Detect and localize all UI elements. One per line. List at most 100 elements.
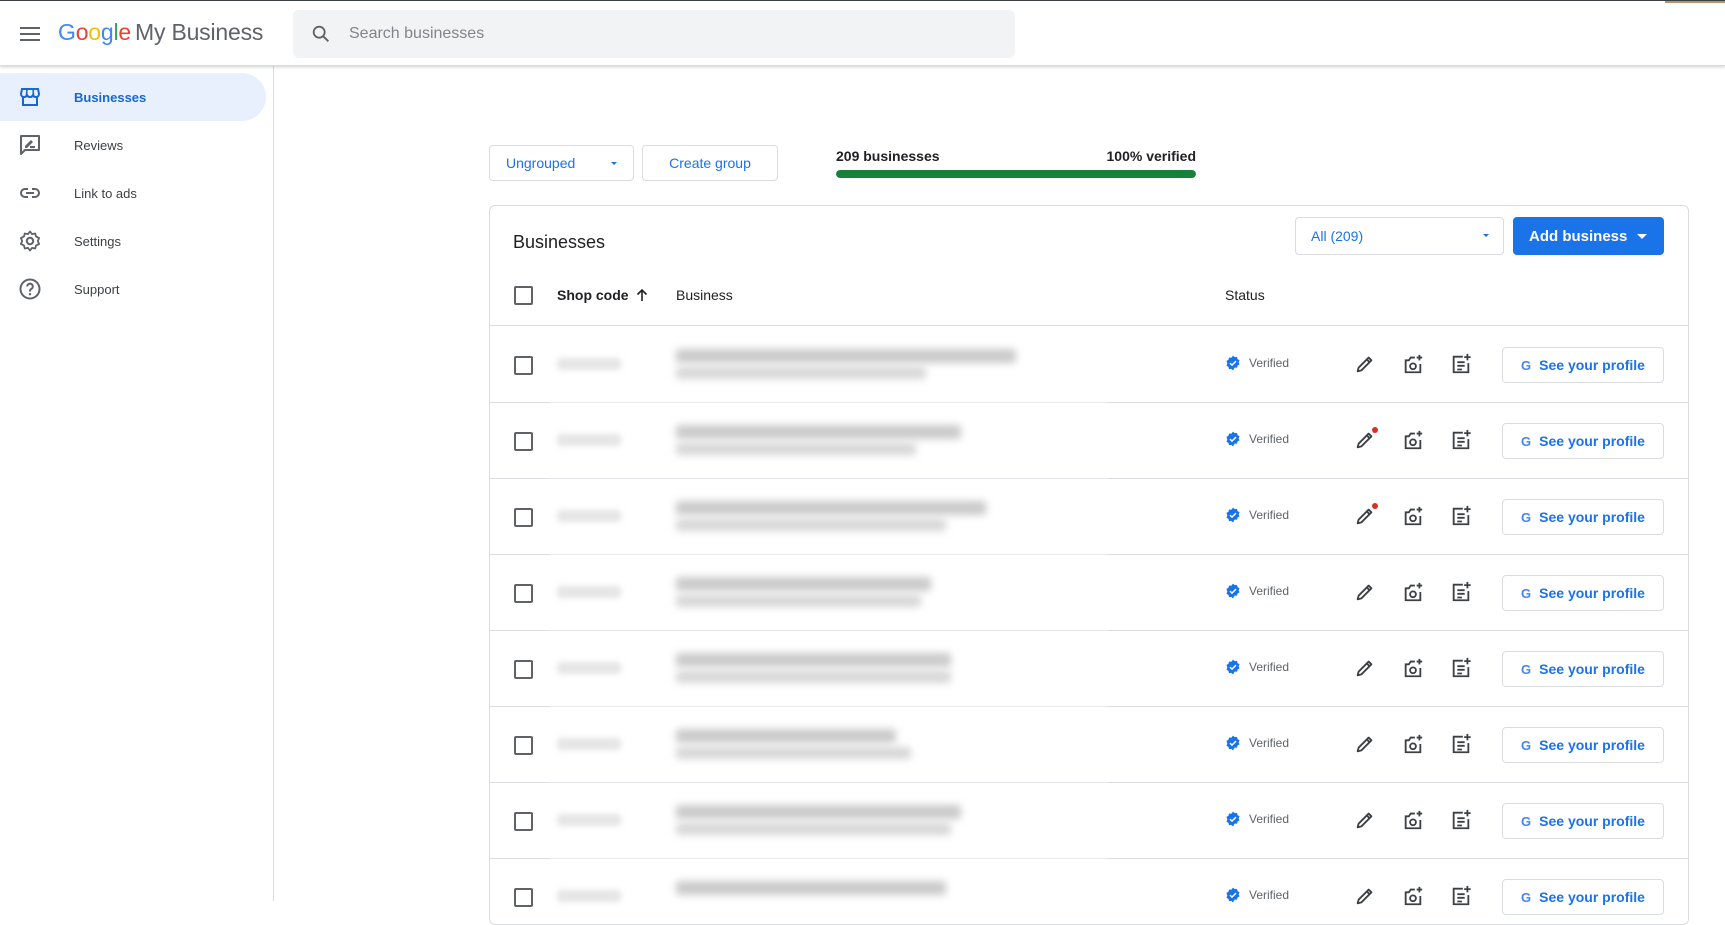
dropdown-arrow-icon: [611, 162, 617, 165]
business-count: 209 businesses: [836, 148, 940, 164]
see-your-profile-button[interactable]: G See your profile: [1502, 499, 1664, 535]
see-your-profile-label: See your profile: [1539, 661, 1645, 677]
verified-icon: [1226, 355, 1240, 371]
sidebar-item-link-to-ads[interactable]: Link to ads: [0, 169, 266, 217]
add-post-icon[interactable]: [1448, 427, 1474, 453]
status-label: Verified: [1249, 888, 1290, 902]
verified-icon: [1226, 659, 1240, 675]
row-checkbox[interactable]: [514, 812, 533, 831]
add-photo-icon[interactable]: [1400, 731, 1426, 757]
search-bar[interactable]: [293, 10, 1015, 58]
add-photo-icon[interactable]: [1400, 807, 1426, 833]
add-post-icon[interactable]: [1448, 807, 1474, 833]
status-label: Verified: [1249, 736, 1290, 750]
sidebar-item-label: Reviews: [74, 137, 124, 153]
see-your-profile-button[interactable]: G See your profile: [1502, 347, 1664, 383]
edit-icon[interactable]: [1352, 503, 1378, 529]
edit-icon[interactable]: [1352, 883, 1378, 909]
select-all-checkbox[interactable]: [514, 286, 533, 305]
add-post-icon[interactable]: [1448, 731, 1474, 757]
verification-summary: 209 businesses 100% verified: [836, 148, 1196, 178]
gear-icon: [0, 229, 74, 253]
search-icon[interactable]: [293, 10, 349, 58]
google-g-icon: G: [1521, 509, 1532, 525]
edit-icon[interactable]: [1352, 731, 1378, 757]
add-photo-icon[interactable]: [1400, 883, 1426, 909]
see-your-profile-label: See your profile: [1539, 737, 1645, 753]
status-badge: Verified: [1225, 355, 1289, 371]
dropdown-arrow-icon: [1637, 233, 1648, 239]
app-logo[interactable]: Google My Business: [58, 19, 263, 46]
see-your-profile-button[interactable]: G See your profile: [1502, 727, 1664, 763]
status-label: Verified: [1249, 812, 1290, 826]
add-post-icon[interactable]: [1448, 883, 1474, 909]
google-g-icon: G: [1521, 737, 1532, 753]
sidebar-item-label: Support: [74, 281, 120, 297]
search-input[interactable]: [349, 25, 969, 43]
see-your-profile-label: See your profile: [1539, 889, 1645, 905]
group-dropdown[interactable]: Ungrouped: [489, 145, 634, 181]
see-your-profile-button[interactable]: G See your profile: [1502, 575, 1664, 611]
edit-icon[interactable]: [1352, 655, 1378, 681]
rate-review-icon: [0, 133, 74, 157]
status-label: Verified: [1249, 584, 1290, 598]
add-photo-icon[interactable]: [1400, 351, 1426, 377]
verified-icon: [1226, 811, 1240, 827]
add-photo-icon[interactable]: [1400, 655, 1426, 681]
sidebar-item-reviews[interactable]: Reviews: [0, 121, 266, 169]
see-your-profile-button[interactable]: G See your profile: [1502, 651, 1664, 687]
sidebar-item-settings[interactable]: Settings: [0, 217, 266, 265]
status-label: Verified: [1249, 356, 1290, 370]
verified-icon: [1226, 583, 1240, 599]
add-photo-icon[interactable]: [1400, 427, 1426, 453]
redaction-overlay: [550, 326, 1108, 924]
filter-label: All (209): [1311, 228, 1364, 244]
sidebar-item-label: Businesses: [74, 89, 147, 105]
sidebar-item-businesses[interactable]: Businesses: [0, 73, 266, 121]
create-group-button[interactable]: Create group: [642, 145, 778, 181]
edit-icon[interactable]: [1352, 427, 1378, 453]
menu-icon[interactable]: [16, 20, 44, 48]
column-header-business[interactable]: Business: [676, 287, 733, 303]
column-header-shop-code[interactable]: Shop code: [557, 287, 649, 303]
column-header-status[interactable]: Status: [1225, 287, 1265, 303]
add-post-icon[interactable]: [1448, 351, 1474, 377]
edit-icon[interactable]: [1352, 579, 1378, 605]
row-checkbox[interactable]: [514, 432, 533, 451]
add-post-icon[interactable]: [1448, 655, 1474, 681]
see-your-profile-button[interactable]: G See your profile: [1502, 423, 1664, 459]
link-icon: [0, 181, 74, 205]
see-your-profile-label: See your profile: [1539, 433, 1645, 449]
sidebar-item-label: Link to ads: [74, 185, 137, 201]
row-checkbox[interactable]: [514, 660, 533, 679]
see-your-profile-label: See your profile: [1539, 357, 1645, 373]
row-checkbox[interactable]: [514, 508, 533, 527]
sidebar-item-support[interactable]: Support: [0, 265, 266, 313]
status-filter-dropdown[interactable]: All (209): [1295, 217, 1504, 255]
row-checkbox[interactable]: [514, 736, 533, 755]
edit-icon[interactable]: [1352, 807, 1378, 833]
sidebar: Businesses Reviews Link to ads Settings …: [0, 66, 274, 901]
help-icon: [0, 277, 74, 301]
see-your-profile-button[interactable]: G See your profile: [1502, 879, 1664, 915]
row-checkbox[interactable]: [514, 356, 533, 375]
row-checkbox[interactable]: [514, 888, 533, 907]
add-post-icon[interactable]: [1448, 503, 1474, 529]
table-header: Shop code Business Status: [490, 266, 1688, 326]
sidebar-item-label: Settings: [74, 233, 121, 249]
add-photo-icon[interactable]: [1400, 579, 1426, 605]
group-dropdown-label: Ungrouped: [506, 155, 576, 171]
status-label: Verified: [1249, 660, 1290, 674]
add-photo-icon[interactable]: [1400, 503, 1426, 529]
sort-ascending-icon: [636, 288, 647, 301]
add-post-icon[interactable]: [1448, 579, 1474, 605]
add-business-button[interactable]: Add business: [1513, 217, 1664, 255]
column-header-label: Shop code: [557, 287, 629, 303]
card-title: Businesses: [513, 232, 606, 252]
see-your-profile-label: See your profile: [1539, 813, 1645, 829]
edit-icon[interactable]: [1352, 351, 1378, 377]
status-badge: Verified: [1225, 811, 1289, 827]
row-checkbox[interactable]: [514, 584, 533, 603]
see-your-profile-button[interactable]: G See your profile: [1502, 803, 1664, 839]
verified-icon: [1226, 735, 1240, 751]
